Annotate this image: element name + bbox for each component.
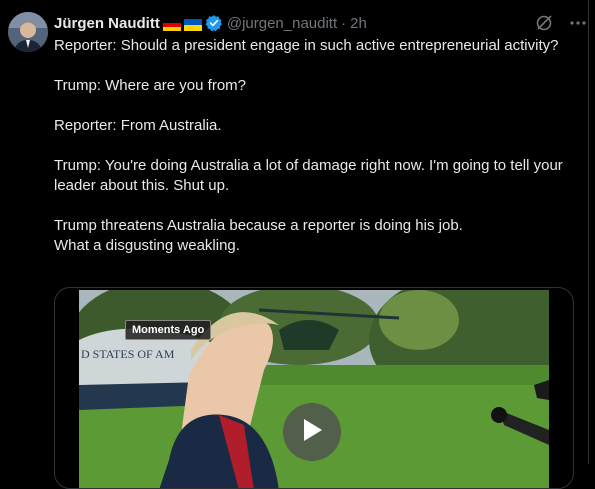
verified-badge-icon[interactable] — [205, 14, 223, 32]
tweet-paragraph: Trump threatens Australia because a repo… — [54, 217, 463, 254]
tweet-header: Jürgen Nauditt @jurgen_nauditt · 2h — [54, 13, 574, 33]
more-icon[interactable] — [569, 14, 587, 37]
tweet-text: Reporter: Should a president engage in s… — [54, 36, 574, 256]
tweet-paragraph: Reporter: From Australia. — [54, 117, 222, 134]
author-name[interactable]: Jürgen Nauditt — [54, 15, 160, 32]
tweet-timestamp[interactable]: 2h — [350, 15, 367, 32]
grok-icon[interactable] — [535, 14, 553, 37]
germany-flag-icon — [162, 18, 181, 31]
tweet-paragraph: Reporter: Should a president engage in s… — [54, 37, 559, 54]
header-separator: · — [341, 14, 347, 32]
tweet-paragraph: Trump: Where are you from? — [54, 77, 247, 94]
avatar[interactable] — [8, 12, 48, 52]
moments-ago-badge: Moments Ago — [125, 320, 212, 340]
column-divider — [588, 0, 589, 464]
header-actions — [535, 14, 587, 37]
author-handle[interactable]: @jurgen_nauditt — [227, 15, 337, 32]
play-icon — [300, 417, 324, 448]
play-button[interactable] — [283, 403, 341, 461]
ukraine-flag-icon — [183, 18, 202, 31]
plane-lettering: D STATES OF AM — [81, 347, 175, 361]
tweet-paragraph: Trump: You're doing Australia a lot of d… — [54, 157, 563, 194]
